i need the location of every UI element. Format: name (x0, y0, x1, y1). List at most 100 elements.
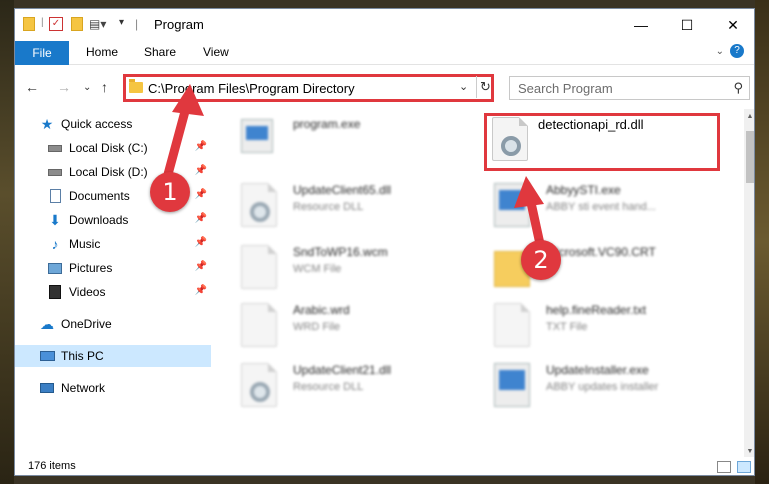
music-icon: ♪ (51, 236, 59, 252)
pin-icon: 📌 (194, 141, 207, 152)
sidebar-item-network[interactable]: Network (15, 377, 211, 399)
network-icon (39, 380, 55, 396)
pictures-icon (47, 260, 63, 276)
list-item[interactable]: UpdateClient65.dll Resource DLL (241, 181, 481, 231)
document-icon (241, 303, 277, 347)
computer-icon (39, 348, 55, 364)
chevron-down-icon[interactable]: ▾ (119, 17, 124, 33)
file-name: UpdateClient21.dll (293, 363, 392, 377)
file-name: program.exe (293, 117, 361, 131)
tab-home[interactable]: Home (86, 45, 118, 59)
tab-file[interactable]: File (15, 41, 69, 65)
new-folder-icon[interactable] (71, 17, 83, 31)
sidebar-item-local-disk-c[interactable]: Local Disk (C:) 📌 (15, 137, 211, 159)
file-type: Resource DLL (293, 201, 364, 213)
properties-icon[interactable]: ✓ (49, 17, 63, 31)
sidebar-item-label: OneDrive (61, 317, 112, 331)
ribbon-tabs: File Home Share View ⌄ ? (15, 41, 754, 65)
sidebar-item-quick-access[interactable]: ★ Quick access (15, 113, 211, 135)
videos-icon (47, 284, 63, 300)
sidebar-item-onedrive[interactable]: ☁ OneDrive (15, 313, 211, 335)
customize-qa-icon[interactable]: ▤▾ (89, 17, 106, 33)
sidebar-item-label: This PC (61, 349, 104, 363)
dll-icon (241, 183, 277, 227)
sidebar-item-music[interactable]: ♪ Music 📌 (15, 233, 211, 255)
list-item[interactable]: UpdateInstaller.exe ABBY updates install… (494, 361, 734, 411)
tab-share[interactable]: Share (144, 45, 176, 59)
pin-icon: 📌 (194, 285, 207, 296)
close-button[interactable]: ✕ (710, 9, 754, 41)
pin-icon: 📌 (194, 237, 207, 248)
file-list: program.exe detectionapi_rd.dll UpdateCl… (211, 109, 744, 459)
file-name: UpdateInstaller.exe (546, 363, 649, 377)
list-item[interactable]: AbbyySTI.exe ABBY sti event hand... (494, 181, 734, 231)
folder-icon (23, 17, 37, 33)
document-icon (494, 303, 530, 347)
list-item[interactable]: Arabic.wrd WRD File (241, 301, 481, 351)
help-icon[interactable]: ? (730, 44, 744, 58)
file-name: Microsoft.VC90.CRT (546, 245, 656, 259)
cloud-icon: ☁ (40, 315, 54, 332)
separator: | (135, 17, 139, 31)
star-icon: ★ (40, 115, 54, 132)
dll-icon (241, 363, 277, 407)
forward-arrow-icon[interactable]: → (57, 79, 71, 95)
document-icon (241, 245, 277, 289)
sidebar-item-label: Videos (69, 285, 106, 299)
vertical-scrollbar[interactable]: ▲ ▼ (744, 109, 754, 459)
sidebar-item-label: Quick access (61, 117, 133, 131)
sidebar-item-label: Music (69, 237, 101, 251)
file-type: Resource DLL (293, 381, 364, 393)
scroll-up-icon[interactable]: ▲ (744, 113, 754, 120)
installer-icon (241, 119, 273, 153)
pin-icon: 📌 (194, 165, 207, 176)
address-path: C:\Program Files\Program Directory (148, 81, 355, 96)
list-item[interactable]: program.exe (241, 115, 481, 165)
recent-locations-icon[interactable]: ⌄ (83, 82, 91, 93)
file-type: TXT File (546, 321, 588, 333)
search-icon: ⚲ (733, 80, 743, 95)
file-name: UpdateClient65.dll (293, 183, 392, 197)
status-bar: 176 items (15, 457, 754, 475)
sidebar-item-downloads[interactable]: ⬇ Downloads 📌 (15, 209, 211, 231)
separator: | (41, 17, 44, 28)
sidebar-item-videos[interactable]: Videos 📌 (15, 281, 211, 303)
sidebar-item-label: Downloads (69, 213, 129, 227)
desktop-background-right (755, 0, 769, 484)
minimize-button[interactable]: — (618, 9, 664, 41)
sidebar-item-pictures[interactable]: Pictures 📌 (15, 257, 211, 279)
sidebar-item-this-pc[interactable]: This PC (15, 345, 211, 367)
address-bar[interactable]: C:\Program Files\Program Directory ⌄ ↻ (123, 74, 494, 102)
app-icon (494, 363, 530, 407)
tiles-view-icon[interactable] (737, 461, 751, 473)
explorer-window: | ✓ ▤▾ ▾ | Program — ☐ ✕ File Home Share… (14, 8, 755, 476)
search-input[interactable]: Search Program ⚲ (509, 76, 750, 100)
scrollbar-thumb[interactable] (746, 131, 754, 183)
search-placeholder: Search Program (518, 81, 613, 96)
refresh-icon[interactable]: ↻ (476, 76, 494, 98)
drive-icon (47, 164, 63, 180)
tab-view[interactable]: View (203, 45, 229, 59)
folder-icon (129, 79, 143, 93)
step-badge-2: 2 (521, 240, 561, 280)
navigation-pane: ★ Quick access Local Disk (C:) 📌 Local D… (15, 109, 211, 459)
chevron-down-icon[interactable]: ⌄ (459, 80, 468, 93)
step-badge-1: 1 (150, 172, 190, 212)
pin-icon: 📌 (194, 189, 207, 200)
selection-highlight (484, 113, 720, 171)
pin-icon: 📌 (194, 213, 207, 224)
up-arrow-icon[interactable]: ↑ (101, 79, 108, 95)
list-item[interactable]: SndToWP16.wcm WCM File (241, 243, 481, 293)
back-arrow-icon[interactable]: ← (25, 79, 39, 95)
file-type: WRD File (293, 321, 341, 333)
expand-ribbon-icon[interactable]: ⌄ (716, 46, 724, 57)
details-view-icon[interactable] (717, 461, 731, 473)
scroll-down-icon[interactable]: ▼ (744, 448, 754, 455)
list-item[interactable]: help.fineReader.txt TXT File (494, 301, 734, 351)
title-bar: | ✓ ▤▾ ▾ | Program — ☐ ✕ (15, 9, 754, 41)
item-count: 176 items (28, 460, 76, 472)
maximize-button[interactable]: ☐ (664, 9, 710, 41)
file-name: SndToWP16.wcm (293, 245, 388, 259)
list-item[interactable]: UpdateClient21.dll Resource DLL (241, 361, 481, 411)
file-type: ABBY sti event hand... (546, 201, 656, 213)
